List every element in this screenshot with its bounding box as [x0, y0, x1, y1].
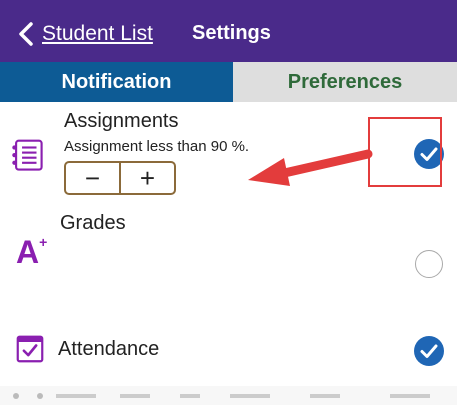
a-plus-icon: A+	[16, 232, 56, 272]
attendance-checkbox[interactable]	[414, 336, 444, 366]
page-title: Settings	[192, 22, 271, 44]
threshold-stepper: − +	[64, 161, 176, 195]
attendance-title: Attendance	[58, 338, 160, 360]
list-item-attendance: Attendance	[0, 314, 457, 387]
a-plus-letter: A	[16, 234, 40, 270]
checkmark-icon	[420, 344, 438, 358]
assignments-subtitle: Assignment less than 90 %.	[64, 138, 250, 155]
tab-notification[interactable]: Notification	[0, 62, 233, 102]
checklist-icon	[12, 139, 43, 171]
decrement-button[interactable]: −	[66, 163, 119, 193]
toolbar-icons-partial	[13, 393, 430, 399]
tab-bar: Notification Preferences	[0, 62, 457, 102]
annotation-arrow-icon	[248, 149, 373, 186]
bottom-strip	[0, 386, 457, 405]
increment-button[interactable]: +	[121, 163, 174, 193]
annotation-highlight-box	[368, 117, 442, 187]
calendar-check-icon	[16, 335, 44, 363]
chevron-left-icon	[19, 22, 33, 46]
back-button[interactable]: Student List	[14, 20, 153, 48]
back-label: Student List	[42, 22, 153, 45]
assignments-title: Assignments	[64, 110, 179, 132]
tab-preferences[interactable]: Preferences	[233, 62, 457, 102]
list-item-grades: A+ Grades	[0, 208, 457, 315]
nav-header: Student List Settings	[0, 0, 457, 62]
a-plus-sup: +	[39, 234, 48, 250]
grades-checkbox[interactable]	[415, 250, 443, 278]
grades-title: Grades	[60, 212, 126, 234]
